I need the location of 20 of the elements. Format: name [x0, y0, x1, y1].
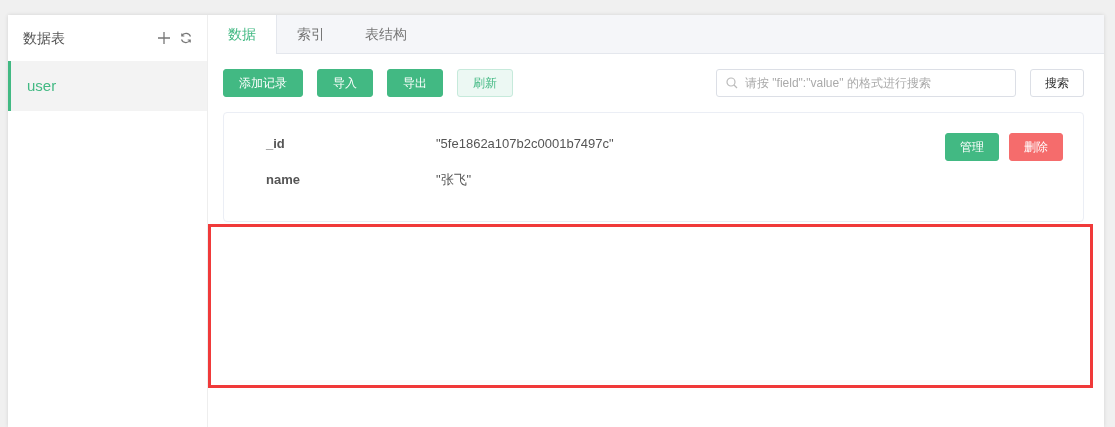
- field-value: "5fe1862a107b2c0001b7497c": [436, 135, 614, 154]
- field-value: "张飞": [436, 171, 472, 190]
- refresh-icon[interactable]: [180, 32, 192, 44]
- record-action-button[interactable]: 删除: [1009, 133, 1063, 161]
- search-icon: [726, 77, 738, 89]
- search-button[interactable]: 搜索: [1030, 69, 1084, 97]
- toolbar-button[interactable]: 导入: [317, 69, 373, 97]
- toolbar-button[interactable]: 刷新: [457, 69, 513, 97]
- tab[interactable]: 数据: [208, 15, 277, 54]
- search-field[interactable]: 请按 "field":"value" 的格式进行搜索: [716, 69, 1016, 97]
- tab[interactable]: 索引: [277, 15, 345, 53]
- field-key: name: [266, 170, 436, 190]
- toolbar-button[interactable]: 导出: [387, 69, 443, 97]
- sidebar-title: 数据表: [23, 28, 66, 48]
- tab[interactable]: 表结构: [345, 15, 427, 53]
- sidebar-item[interactable]: user: [8, 61, 207, 111]
- record-action-button[interactable]: 管理: [945, 133, 999, 161]
- toolbar-button[interactable]: 添加记录: [223, 69, 303, 97]
- add-icon[interactable]: [158, 32, 170, 44]
- field-key: _id: [266, 134, 436, 154]
